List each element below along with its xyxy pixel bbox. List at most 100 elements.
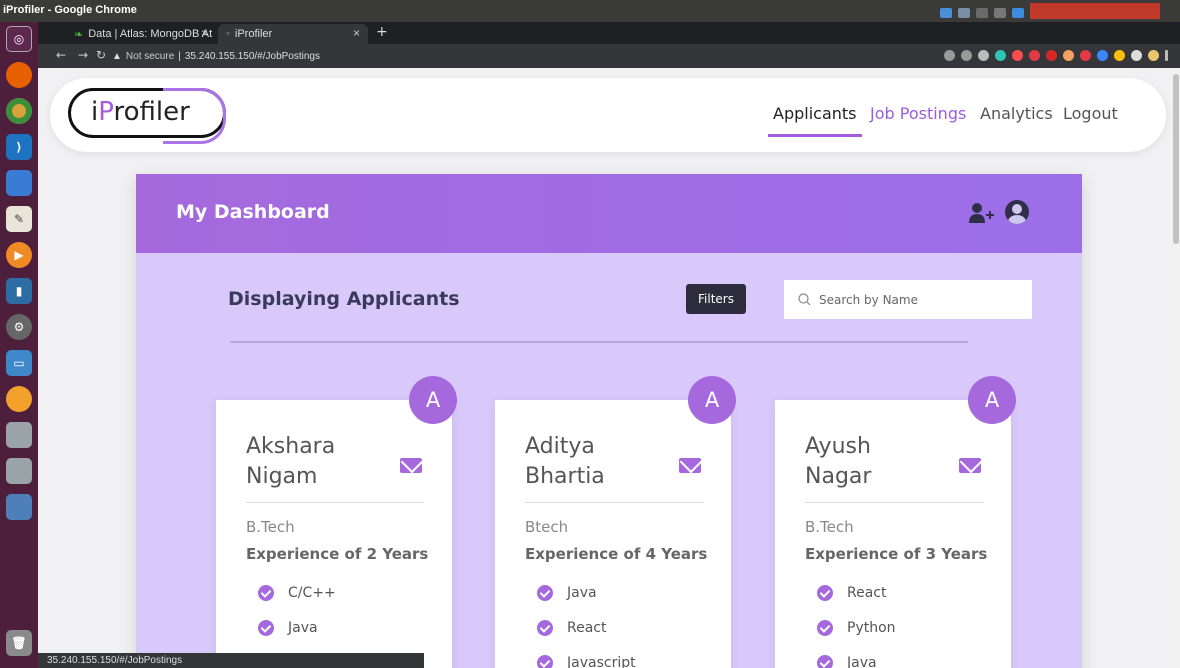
system-tray [940, 3, 1160, 19]
tray-icon[interactable] [940, 7, 952, 18]
tab-mongodb[interactable]: ❧ Data | Atlas: MongoDB At × [66, 24, 216, 44]
mail-icon[interactable] [400, 458, 422, 473]
card-divider [246, 502, 424, 503]
skill-label: Java [567, 585, 597, 601]
drive-icon[interactable] [6, 422, 32, 448]
nav-analytics[interactable]: Analytics [980, 104, 1053, 123]
degree: B.Tech [246, 518, 295, 536]
search-box[interactable] [784, 280, 1032, 319]
filters-button[interactable]: Filters [686, 284, 746, 314]
reload-icon[interactable]: ↻ [96, 48, 106, 62]
text-editor-icon[interactable]: ✎ [6, 206, 32, 232]
nav-applicants[interactable]: Applicants [773, 104, 857, 123]
applicant-card[interactable]: A Akshara Nigam B.Tech Experience of 2 Y… [216, 376, 457, 668]
browser-tab-bar: ❧ Data | Atlas: MongoDB At × ◦ iProfiler… [38, 22, 1180, 44]
key-icon[interactable] [944, 50, 955, 61]
page-viewport: iProfiler Applicants Job Postings Analyt… [38, 68, 1172, 668]
add-user-icon[interactable] [969, 202, 995, 224]
bluetooth-icon[interactable] [1012, 7, 1024, 18]
first-name: Aditya [525, 434, 595, 459]
extensions-bar [944, 50, 1168, 61]
back-arrow-icon[interactable]: ← [56, 48, 66, 62]
applicant-name: Aditya Bhartia [525, 432, 675, 492]
check-icon [537, 655, 553, 668]
extension-icon[interactable] [1114, 50, 1125, 61]
skill-item: React [537, 620, 606, 636]
close-tab-icon[interactable]: × [201, 26, 208, 40]
trash-icon[interactable]: 🗑 [6, 630, 32, 656]
forward-arrow-icon[interactable]: → [78, 48, 88, 62]
dashboard-panel: My Dashboard Displaying Applicants Filte… [136, 174, 1082, 668]
experience: Experience of 3 Years [805, 545, 988, 563]
scrollbar-thumb[interactable] [1173, 74, 1179, 244]
skill-label: Python [847, 620, 896, 636]
skill-item: Java [537, 585, 597, 601]
tab-iprofiler[interactable]: ◦ iProfiler × [218, 24, 368, 44]
tab-label: iProfiler [234, 28, 273, 40]
tray-highlight [1030, 3, 1160, 19]
tray-icon[interactable] [994, 7, 1006, 18]
logo-accent: P [98, 97, 114, 127]
presentation-icon[interactable]: ▭ [6, 350, 32, 376]
window-title: iProfiler - Google Chrome [3, 4, 137, 16]
section-title: Displaying Applicants [228, 288, 460, 310]
applicant-card[interactable]: A Ayush Nagar B.Tech Experience of 3 Yea… [775, 376, 1016, 668]
avatar: A [688, 376, 736, 424]
skill-item: Java [817, 655, 877, 668]
app-launcher: ◎ ⟩ ✎ ▶ ▮ ⚙ ▭ 🗑 [0, 22, 38, 668]
extension-icon[interactable] [995, 50, 1006, 61]
star-icon[interactable] [978, 50, 989, 61]
nav-job-postings[interactable]: Job Postings [870, 104, 966, 123]
menu-icon[interactable] [1165, 50, 1168, 61]
nav-logout[interactable]: Logout [1063, 104, 1118, 123]
chrome-icon[interactable] [6, 98, 32, 124]
ubuntu-logo-icon[interactable]: ◎ [6, 26, 32, 52]
chart-app-icon[interactable]: ▮ [6, 278, 32, 304]
extension-icon[interactable] [1097, 50, 1108, 61]
browser-toolbar: ← → ↻ ▲ Not secure | 35.240.155.150/#/Jo… [38, 44, 1180, 68]
profile-avatar[interactable] [1148, 50, 1159, 61]
media-player-icon[interactable]: ▶ [6, 242, 32, 268]
extension-icon[interactable] [1029, 50, 1040, 61]
logo-suffix: rofiler [113, 97, 190, 127]
mail-icon[interactable] [959, 458, 981, 473]
dashboard-header: My Dashboard [136, 174, 1082, 253]
last-name: Nigam [246, 464, 318, 489]
leaf-icon: ❧ [74, 28, 84, 41]
warning-icon: ▲ [112, 50, 122, 62]
tray-icon[interactable] [958, 7, 970, 18]
web-browser-icon[interactable] [6, 386, 32, 412]
tab-label: Data | Atlas: MongoDB At [88, 28, 213, 40]
wifi-icon[interactable] [976, 7, 988, 18]
extension-icon[interactable] [1046, 50, 1057, 61]
new-tab-button[interactable]: + [376, 24, 388, 40]
avatar: A [968, 376, 1016, 424]
extension-icon[interactable] [1063, 50, 1074, 61]
puzzle-icon[interactable] [1131, 50, 1142, 61]
page-scrollbar[interactable] [1172, 68, 1180, 668]
extension-icon[interactable] [1012, 50, 1023, 61]
extension-icon[interactable] [1080, 50, 1091, 61]
link-status-bar: 35.240.155.150/#/JobPostings [38, 653, 424, 668]
last-name: Nagar [805, 464, 872, 489]
applicant-name: Akshara Nigam [246, 432, 396, 492]
close-tab-icon[interactable]: × [353, 26, 360, 40]
dashboard-title: My Dashboard [176, 201, 330, 223]
zoom-icon[interactable] [961, 50, 972, 61]
section-divider [230, 341, 968, 343]
files-icon[interactable] [6, 170, 32, 196]
applicant-card[interactable]: A Aditya Bhartia Btech Experience of 4 Y… [495, 376, 736, 668]
search-input[interactable] [819, 292, 1019, 307]
iprofiler-logo[interactable]: iProfiler [68, 88, 226, 144]
vscode-icon[interactable]: ⟩ [6, 134, 32, 160]
mail-icon[interactable] [679, 458, 701, 473]
disk-icon[interactable] [6, 494, 32, 520]
check-icon [537, 585, 553, 601]
settings-icon[interactable]: ⚙ [6, 314, 32, 340]
last-name: Bhartia [525, 464, 605, 489]
check-icon [817, 655, 833, 668]
user-profile-icon[interactable] [1005, 200, 1029, 224]
logo-text: iProfiler [91, 97, 190, 127]
firefox-icon[interactable] [6, 62, 32, 88]
drive-icon[interactable] [6, 458, 32, 484]
